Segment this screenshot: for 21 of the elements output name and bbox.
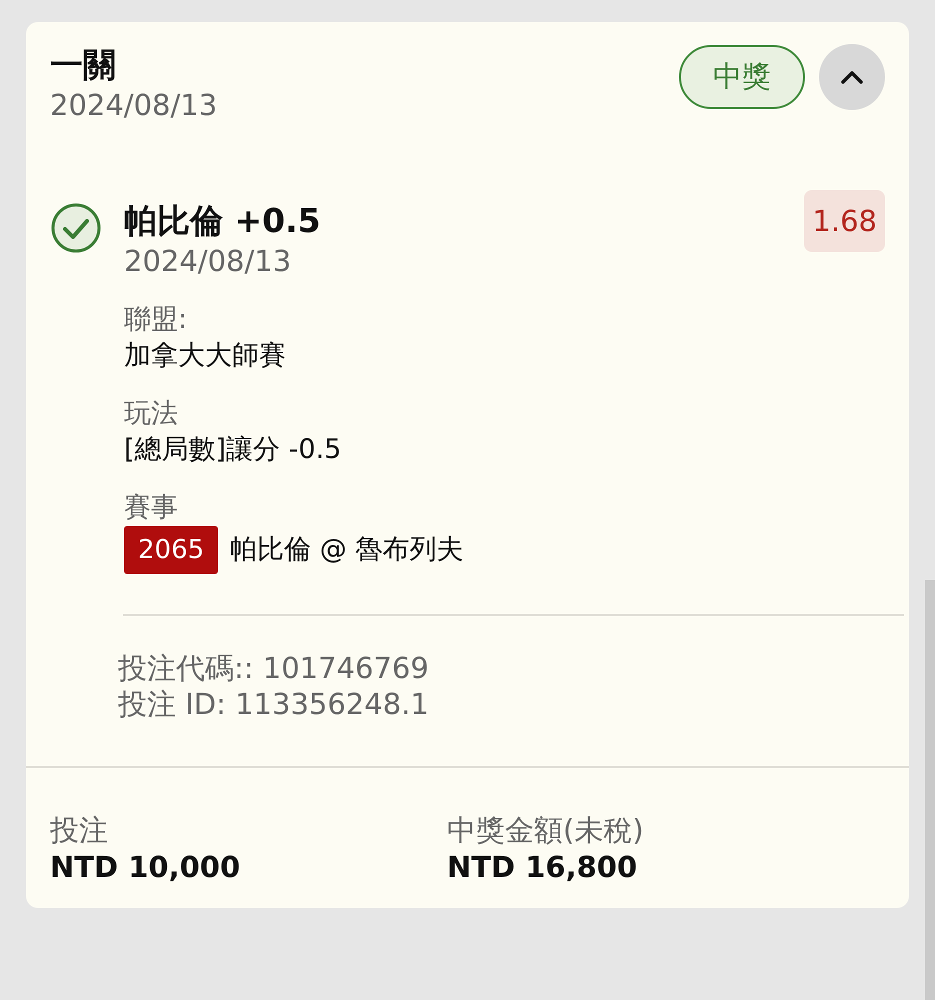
total-value: NTD 10,000 [50, 849, 242, 886]
status-badge: 中獎 [679, 45, 805, 109]
detail-value: [總局數]讓分 -0.5 [124, 433, 342, 467]
bet-code: 投注代碼:: 101746769 [118, 650, 430, 686]
event-number: 2065 [124, 526, 218, 574]
detail-value: 加拿大大師賽 [124, 339, 287, 373]
detail-label: 玩法 [124, 397, 179, 431]
scroll-bar[interactable] [925, 580, 935, 1000]
bet-code: 投注 ID: 113356248.1 [118, 686, 430, 722]
total-label: 中獎金額(未稅) [447, 812, 645, 848]
caret-icon [839, 69, 865, 85]
selection-date: 2024/08/13 [124, 243, 292, 280]
bet-date: 2024/08/13 [50, 87, 218, 124]
bet-title: 一關 [50, 44, 117, 86]
detail-label: 賽事 [124, 491, 179, 525]
detail-value: 帕比倫 @ 魯布列夫 [230, 533, 464, 567]
odds-badge: 1.68 [804, 190, 885, 252]
total-label: 投注 [50, 812, 109, 848]
total-value: NTD 16,800 [447, 849, 638, 886]
selection-name: 帕比倫 +0.5 [124, 200, 321, 242]
detail-label: 聯盟: [124, 303, 188, 337]
